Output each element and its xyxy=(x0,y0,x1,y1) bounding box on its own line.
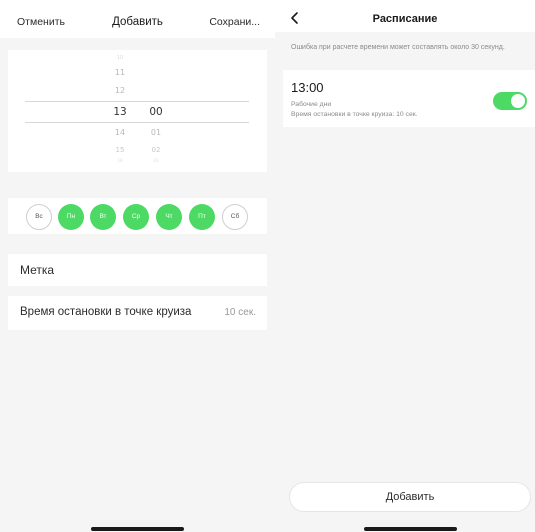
hour-option[interactable]: 14 xyxy=(105,128,135,137)
picker-selection-line-bottom xyxy=(25,122,249,123)
schedule-entry[interactable]: 13:00 Рабочие дни Время остановки в точк… xyxy=(283,70,535,127)
schedule-header: Расписание xyxy=(275,0,535,32)
save-button[interactable]: Сохрани... xyxy=(209,16,260,29)
minute-selected[interactable]: 00 xyxy=(141,106,171,118)
hour-option[interactable]: 12 xyxy=(105,86,135,95)
weekday-toggle[interactable]: Пт xyxy=(189,204,215,230)
hour-option[interactable]: 10 xyxy=(105,55,135,61)
add-schedule-button[interactable]: Добавить xyxy=(289,482,531,512)
label-row[interactable]: Метка xyxy=(8,254,267,286)
weekday-selector: Вс Пн Вт Ср Чт Пт Сб xyxy=(8,198,267,234)
toggle-knob xyxy=(511,94,525,108)
weekday-toggle[interactable]: Вс xyxy=(26,204,52,230)
time-error-notice: Ошибка при расчете времени может составл… xyxy=(291,44,505,51)
home-indicator xyxy=(91,527,184,531)
minute-option[interactable]: 01 xyxy=(141,128,171,137)
weekday-toggle[interactable]: Чт xyxy=(156,204,182,230)
cruise-stop-time-label: Время остановки в точке круиза xyxy=(20,306,192,318)
weekday-toggle[interactable]: Сб xyxy=(222,204,248,230)
cruise-stop-time-value: 10 сек. xyxy=(224,307,256,318)
hour-option[interactable]: 11 xyxy=(105,68,135,77)
schedule-stop-time: Время остановки в точке круиза: 10 сек. xyxy=(291,111,418,118)
weekday-toggle[interactable]: Вт xyxy=(90,204,116,230)
label-row-title: Метка xyxy=(20,263,55,277)
weekday-toggle[interactable]: Пн xyxy=(58,204,84,230)
minute-option[interactable]: 02 xyxy=(141,146,171,154)
minute-option[interactable]: 03 xyxy=(141,158,171,163)
page-title: Расписание xyxy=(372,13,438,25)
hour-selected[interactable]: 13 xyxy=(105,106,135,118)
hour-option[interactable]: 16 xyxy=(105,158,135,163)
schedule-enable-toggle[interactable] xyxy=(493,92,527,110)
picker-selection-line-top xyxy=(25,101,249,102)
time-picker[interactable]: 10 11 12 13 14 15 16 00 01 02 03 xyxy=(8,50,267,172)
schedule-time: 13:00 xyxy=(291,80,324,95)
weekday-toggle[interactable]: Ср xyxy=(123,204,149,230)
add-header: Отменить Добавить Сохрани... xyxy=(0,0,275,38)
hour-option[interactable]: 15 xyxy=(105,146,135,154)
schedule-days: Рабочие дни xyxy=(291,101,332,108)
add-schedule-screen: Отменить Добавить Сохрани... 10 11 12 13… xyxy=(0,0,275,532)
cruise-stop-time-row[interactable]: Время остановки в точке круиза 10 сек. xyxy=(8,296,267,330)
home-indicator xyxy=(364,527,457,531)
schedule-screen: Расписание Ошибка при расчете времени мо… xyxy=(275,0,535,532)
